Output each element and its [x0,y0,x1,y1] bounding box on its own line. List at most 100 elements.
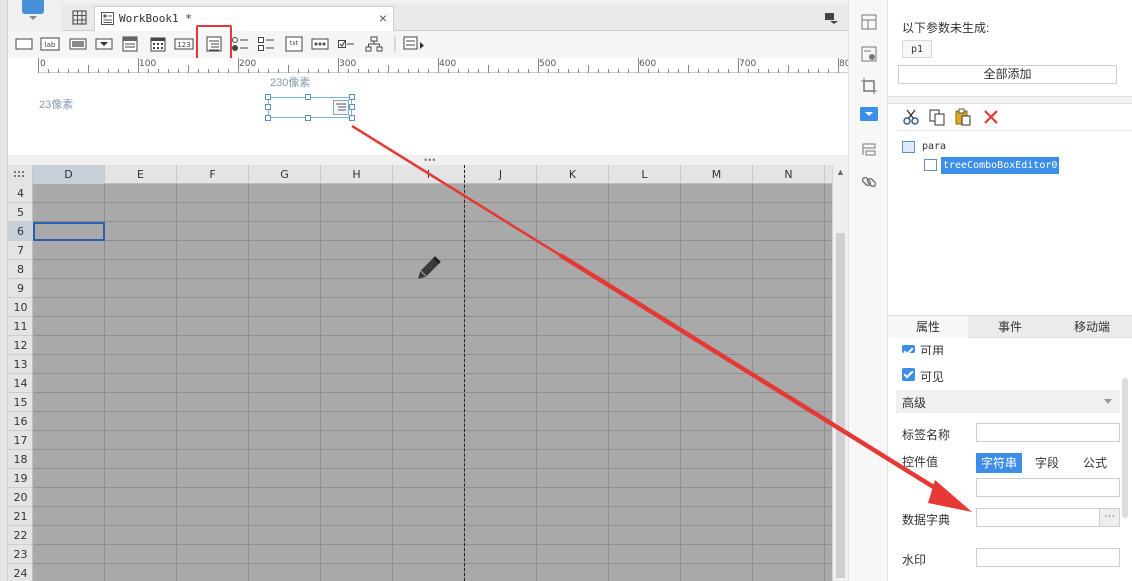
column-header[interactable]: L [609,165,681,184]
radio-group-icon[interactable] [230,35,250,53]
value-type-field[interactable]: 字段 [1024,453,1070,473]
delete-icon[interactable] [982,108,1000,126]
tab-properties[interactable]: 属性 [888,316,968,338]
advanced-section-header[interactable]: 高级 [896,390,1120,413]
props-tab-bar: 属性 事件 移动端 [888,315,1132,338]
row-header[interactable]: 20 [8,488,33,507]
form-node-icon [902,141,915,153]
checkbox-icon[interactable] [336,35,356,53]
row-header[interactable]: 13 [8,355,33,374]
tree-combo-dropdown-icon[interactable] [333,100,349,115]
visible-checkbox[interactable] [902,368,915,381]
resize-handle[interactable] [349,104,355,110]
tab-close-icon[interactable]: × [379,10,387,26]
widget-value-input[interactable] [976,478,1120,497]
crop-icon[interactable] [859,76,879,96]
row-header[interactable]: 5 [8,203,33,222]
tab-workbook[interactable]: WorkBook1 * × [94,6,394,31]
label-name-input[interactable] [976,423,1120,442]
row-header[interactable]: 11 [8,317,33,336]
data-dict-input[interactable]: ··· [976,508,1120,527]
button-icon[interactable] [68,35,88,53]
paste-icon[interactable] [954,108,972,126]
row-header[interactable]: 10 [8,298,33,317]
tab-events[interactable]: 事件 [970,316,1050,338]
row-header[interactable]: 8 [8,260,33,279]
row-header[interactable]: 24 [8,564,33,581]
scroll-up-icon[interactable]: ▲ [836,167,845,177]
combo-widget-icon[interactable] [860,107,878,121]
column-header[interactable]: H [321,165,393,184]
row-header[interactable]: 19 [8,469,33,488]
resize-handle[interactable] [349,115,355,121]
new-report-grid-icon[interactable] [72,10,87,25]
layout-icon[interactable] [859,12,879,32]
panel-scrollbar[interactable] [1122,378,1128,518]
tab-menu-icon[interactable] [824,12,838,24]
row-header[interactable]: 22 [8,526,33,545]
param-chip-p1[interactable]: p1 [902,40,933,58]
resize-handle[interactable] [265,115,271,121]
column-header[interactable]: J [465,165,537,184]
splitter-grip-icon[interactable]: ••• [424,155,436,165]
column-header[interactable]: F [177,165,249,184]
resize-handle[interactable] [265,94,271,100]
scrollbar-thumb[interactable] [836,233,845,578]
row-header[interactable]: 17 [8,431,33,450]
column-header[interactable]: N [753,165,825,184]
dropdown-icon[interactable] [94,35,114,53]
value-type-formula[interactable]: 公式 [1072,453,1118,473]
widget-settings-icon[interactable] [859,44,879,64]
text-box-icon[interactable] [14,35,34,53]
row-header[interactable]: 14 [8,374,33,393]
spreadsheet-grid[interactable]: DEFGHIJKLMN 4 5 6 7 8 9 10 11 12 13 14 15 16 17 18 19 20… [8,165,832,581]
ruler-label: 300 [339,59,357,69]
row-header[interactable]: 6 [8,222,33,241]
text-area-icon[interactable]: txt [284,35,304,53]
app-logo-icon[interactable] [22,0,44,14]
add-all-button[interactable]: 全部添加 [898,65,1117,84]
link-icon[interactable] [859,172,879,192]
row-header[interactable]: 7 [8,241,33,260]
resize-handle[interactable] [305,94,311,100]
copy-icon[interactable] [928,108,946,126]
value-type-string[interactable]: 字符串 [976,453,1022,473]
row-header[interactable]: 12 [8,336,33,355]
component-icon[interactable] [859,140,879,160]
more-icon[interactable] [402,35,428,53]
date-picker-icon[interactable] [148,35,168,53]
app-menu-caret-icon[interactable] [29,16,37,20]
password-icon[interactable] [310,35,330,53]
resize-handle[interactable] [265,104,271,110]
resize-handle[interactable] [305,115,311,121]
row-header[interactable]: 15 [8,393,33,412]
number-field-icon[interactable]: 123 [174,35,194,53]
column-header[interactable]: E [105,165,177,184]
data-dict-more-button[interactable]: ··· [1099,509,1119,526]
column-header[interactable]: K [537,165,609,184]
tree-icon[interactable] [364,35,384,53]
watermark-input[interactable] [976,548,1120,567]
horizontal-ruler: 0 100 200 300 400 500 600 700 80 [38,58,850,73]
row-header[interactable]: 4 [8,184,33,203]
cut-icon[interactable] [902,108,920,126]
vertical-scrollbar[interactable]: ▲ [832,165,848,581]
row-header[interactable]: 16 [8,412,33,431]
sheet-corner-icon[interactable] [8,165,33,184]
label-icon[interactable]: lab [40,35,60,53]
active-cell-d6[interactable] [33,222,105,241]
row-header[interactable]: 9 [8,279,33,298]
tab-mobile[interactable]: 移动端 [1052,316,1132,338]
column-header[interactable]: I [393,165,465,184]
resize-handle[interactable] [349,94,355,100]
column-header[interactable]: D [33,165,105,184]
combo-list-icon[interactable] [120,35,140,53]
enabled-checkbox[interactable] [902,345,915,353]
column-header[interactable]: M [681,165,753,184]
row-header[interactable]: 21 [8,507,33,526]
row-header[interactable]: 23 [8,545,33,564]
column-header[interactable]: G [249,165,321,184]
row-header[interactable]: 18 [8,450,33,469]
checkbox-group-icon[interactable] [256,35,276,53]
form-design-canvas[interactable]: 0 100 200 300 400 500 600 700 80 230像素 2… [8,58,850,155]
